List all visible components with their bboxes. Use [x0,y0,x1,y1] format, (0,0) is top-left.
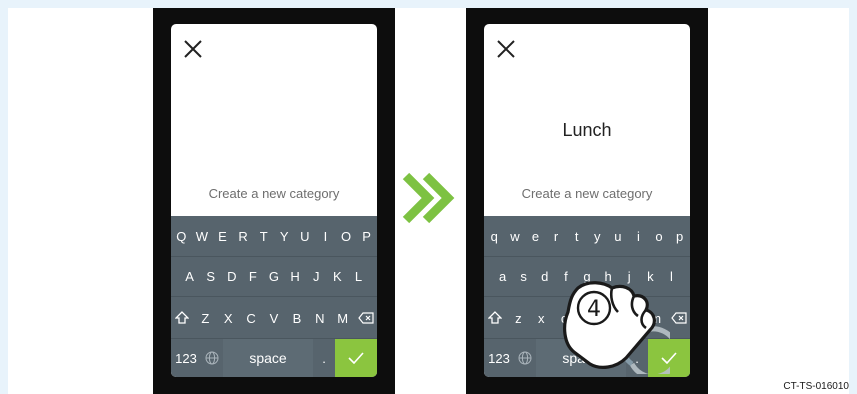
key[interactable]: a [492,257,513,296]
figure-code: CT-TS-016010 [783,381,849,392]
shift-key[interactable] [484,298,507,338]
key[interactable]: G [263,257,284,296]
key[interactable]: B [285,298,308,338]
key[interactable]: q [484,216,505,256]
key[interactable]: F [242,257,263,296]
close-icon[interactable] [183,39,203,59]
keyboard-row-3: Z X C V B N M [171,298,377,339]
confirm-key[interactable] [335,339,377,377]
key[interactable]: w [505,216,526,256]
backspace-key[interactable] [354,298,377,338]
category-title: Lunch [562,120,612,140]
key[interactable]: E [212,216,233,256]
numbers-key[interactable]: 123 [171,339,201,377]
key[interactable]: s [513,257,534,296]
shift-icon [488,311,503,324]
key[interactable]: I [315,216,336,256]
keyboard-row-2: A S D F G H J K L [171,257,377,297]
key[interactable]: L [348,257,369,296]
category-screen-before: Create a new category Q W E R T Y U I O … [171,24,377,377]
key[interactable]: U [295,216,316,256]
shift-icon [175,311,190,324]
key[interactable]: N [308,298,331,338]
category-placeholder[interactable]: Create a new category [484,186,690,201]
dot-key[interactable]: . [313,339,335,377]
tap-hand-icon: 4 [563,281,670,374]
keyboard-row-4: 123 space . [171,339,377,377]
key[interactable]: Q [171,216,192,256]
check-icon [348,352,364,364]
globe-icon [518,351,532,365]
keyboard-row-1: q w e r t y u i o p [484,216,690,257]
device-before: Create a new category Q W E R T Y U I O … [153,8,395,394]
key[interactable]: J [306,257,327,296]
key[interactable]: i [628,216,649,256]
key[interactable]: M [331,298,354,338]
category-placeholder[interactable]: Create a new category [171,186,377,201]
backspace-key[interactable] [667,298,690,338]
key[interactable]: P [356,216,377,256]
backspace-icon [670,312,687,324]
key[interactable]: e [525,216,546,256]
key[interactable]: Z [194,298,217,338]
key[interactable]: z [507,298,530,338]
space-key[interactable]: space [223,339,313,377]
globe-key[interactable] [514,339,536,377]
key[interactable]: K [327,257,348,296]
key[interactable]: O [336,216,357,256]
key[interactable]: R [233,216,254,256]
step-number: 4 [587,297,601,322]
key[interactable]: y [587,216,608,256]
key[interactable]: p [669,216,690,256]
key[interactable]: o [649,216,670,256]
double-chevron-right-icon [402,172,455,224]
key[interactable]: S [200,257,221,296]
key[interactable]: t [566,216,587,256]
globe-icon [205,351,219,365]
close-icon[interactable] [496,39,516,59]
key[interactable]: D [221,257,242,296]
key[interactable]: V [263,298,286,338]
key[interactable]: X [217,298,240,338]
key[interactable]: T [253,216,274,256]
shift-key[interactable] [171,298,194,338]
keyboard-row-1: Q W E R T Y U I O P [171,216,377,257]
key[interactable]: W [192,216,213,256]
key[interactable]: C [240,298,263,338]
key[interactable]: d [534,257,555,296]
keyboard: Q W E R T Y U I O P A S D F G H J K L Z … [171,216,377,377]
key[interactable]: u [608,216,629,256]
key[interactable]: H [285,257,306,296]
key[interactable]: Y [274,216,295,256]
key[interactable]: x [530,298,553,338]
globe-key[interactable] [201,339,223,377]
backspace-icon [357,312,374,324]
key[interactable]: A [179,257,200,296]
numbers-key[interactable]: 123 [484,339,514,377]
key[interactable]: r [546,216,567,256]
